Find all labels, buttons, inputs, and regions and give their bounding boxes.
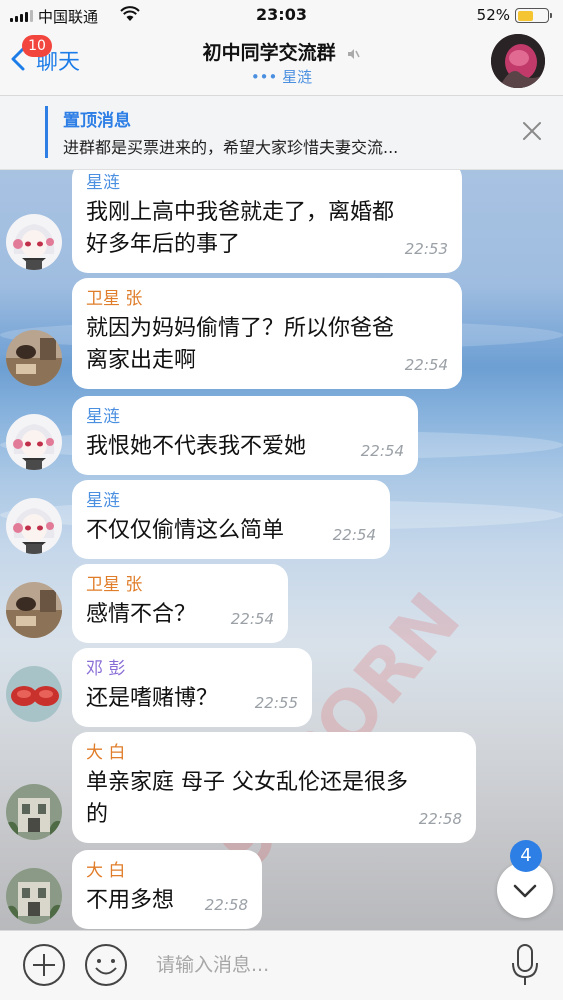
group-avatar[interactable]: [491, 34, 545, 88]
typing-dots-icon: •••: [250, 68, 278, 86]
sender-avatar[interactable]: [6, 666, 62, 722]
battery-level: [517, 10, 533, 21]
status-bar: 中国联通 23:03 52%: [0, 0, 563, 30]
sender-avatar[interactable]: [6, 582, 62, 638]
message-line: 不用多想 22:58: [86, 885, 248, 917]
message-text: 就因为妈妈偷情了？所以你爸爸离家出走啊 22:54: [86, 313, 448, 377]
microphone-icon[interactable]: [510, 941, 540, 989]
message-line: 不仅仅偷情这么简单 22:54: [86, 515, 376, 547]
mute-icon: [348, 48, 360, 59]
group-avatar-image: [491, 34, 545, 88]
sender-name[interactable]: 卫星 张: [86, 284, 448, 309]
message-time: 22:54: [360, 442, 404, 460]
message-text: 我恨她不代表我不爱她 22:54: [86, 431, 404, 463]
sender-avatar[interactable]: [6, 498, 62, 554]
message-bubble[interactable]: 大 白不用多想 22:58: [72, 850, 262, 929]
message-bubble[interactable]: 邓 彭还是嗜赌博？ 22:55: [72, 648, 312, 727]
message-bubble[interactable]: 大 白单亲家庭 母子 父女乱伦还是很多的 22:58: [72, 732, 476, 843]
sender-avatar[interactable]: [6, 868, 62, 924]
message-line: 就因为妈妈偷情了？所以你爸爸: [86, 316, 395, 341]
message-bubble[interactable]: 卫星 张就因为妈妈偷情了？所以你爸爸离家出走啊 22:54: [72, 278, 462, 389]
sender-name[interactable]: 大 白: [86, 738, 462, 763]
sender-name[interactable]: 大 白: [86, 856, 248, 881]
chat-title-text: 初中同学交流群: [202, 42, 336, 64]
message-time: 22:54: [332, 526, 376, 544]
message-text: 不用多想 22:58: [86, 885, 248, 917]
message-bubble[interactable]: 卫星 张感情不合？ 22:54: [72, 564, 288, 643]
pinned-accent-bar: [45, 106, 48, 158]
message-line: 单亲家庭 母子 父女乱伦还是很多: [86, 770, 408, 795]
message-time: 22:58: [418, 810, 462, 828]
chat-area[interactable]: 91PORN 星涟 我刚上高中我爸就走了，离婚都 好多年后的事了 22:53 卫星 张就…: [0, 170, 563, 930]
sender-name[interactable]: 星涟: [86, 486, 376, 511]
chat-subtitle[interactable]: ••• 星涟: [0, 66, 563, 87]
message-line: 我刚上高中我爸就走了，离婚都: [86, 200, 395, 225]
message-time: 22:58: [204, 896, 248, 914]
message-line: 离家出走啊 22:54: [86, 345, 448, 377]
message-bubble[interactable]: 星涟我刚上高中我爸就走了，离婚都好多年后的事了 22:53: [72, 170, 462, 273]
pinned-message[interactable]: 置顶消息 进群都是买票进来的，希望大家珍惜夫妻交流...: [0, 96, 563, 170]
nav-bar: 聊天 10 初中同学交流群 ••• 星涟: [0, 30, 563, 96]
message-text: 单亲家庭 母子 父女乱伦还是很多的 22:58: [86, 767, 462, 831]
message-input[interactable]: [146, 945, 486, 985]
close-icon[interactable]: [521, 120, 543, 142]
sender-avatar[interactable]: [6, 330, 62, 386]
battery-icon: [515, 8, 552, 23]
message-bubble[interactable]: 星涟我恨她不代表我不爱她 22:54: [72, 396, 418, 475]
pinned-title: 置顶消息: [63, 111, 131, 131]
message-text: 不仅仅偷情这么简单 22:54: [86, 515, 376, 547]
sender-avatar[interactable]: [6, 414, 62, 470]
message-line: 我恨她不代表我不爱她 22:54: [86, 431, 404, 463]
message-time: 22:54: [230, 610, 274, 628]
message-text: 还是嗜赌博？ 22:55: [86, 683, 298, 715]
message-line: 好多年后的事了 22:53: [86, 229, 448, 261]
sender-name[interactable]: 邓 彭: [86, 654, 298, 679]
chat-title: 初中同学交流群: [0, 38, 563, 65]
sender-name[interactable]: 星涟: [86, 402, 404, 427]
emoji-button[interactable]: [84, 943, 128, 987]
chat-subtitle-text: 星涟: [282, 68, 313, 86]
input-bar: [0, 930, 563, 1000]
sender-name[interactable]: 卫星 张: [86, 570, 274, 595]
message-time: 22:53: [404, 240, 448, 258]
message-line: 感情不合？ 22:54: [86, 599, 274, 631]
message-bubble[interactable]: 星涟不仅仅偷情这么简单 22:54: [72, 480, 390, 559]
sender-avatar[interactable]: [6, 214, 62, 270]
message-time: 22:55: [254, 694, 298, 712]
pinned-text: 进群都是买票进来的，希望大家珍惜夫妻交流...: [63, 138, 399, 157]
sender-name[interactable]: 星涟: [86, 170, 448, 193]
message-line: 还是嗜赌博？ 22:55: [86, 683, 298, 715]
message-text: 我刚上高中我爸就走了，离婚都好多年后的事了 22:53: [86, 197, 448, 261]
plus-button[interactable]: [22, 943, 66, 987]
message-line: 的 22:58: [86, 799, 462, 831]
new-messages-count: 4: [510, 840, 542, 872]
message-text: 感情不合？ 22:54: [86, 599, 274, 631]
message-time: 22:54: [404, 356, 448, 374]
sender-avatar[interactable]: [6, 784, 62, 840]
battery-percent: 52%: [476, 6, 510, 24]
